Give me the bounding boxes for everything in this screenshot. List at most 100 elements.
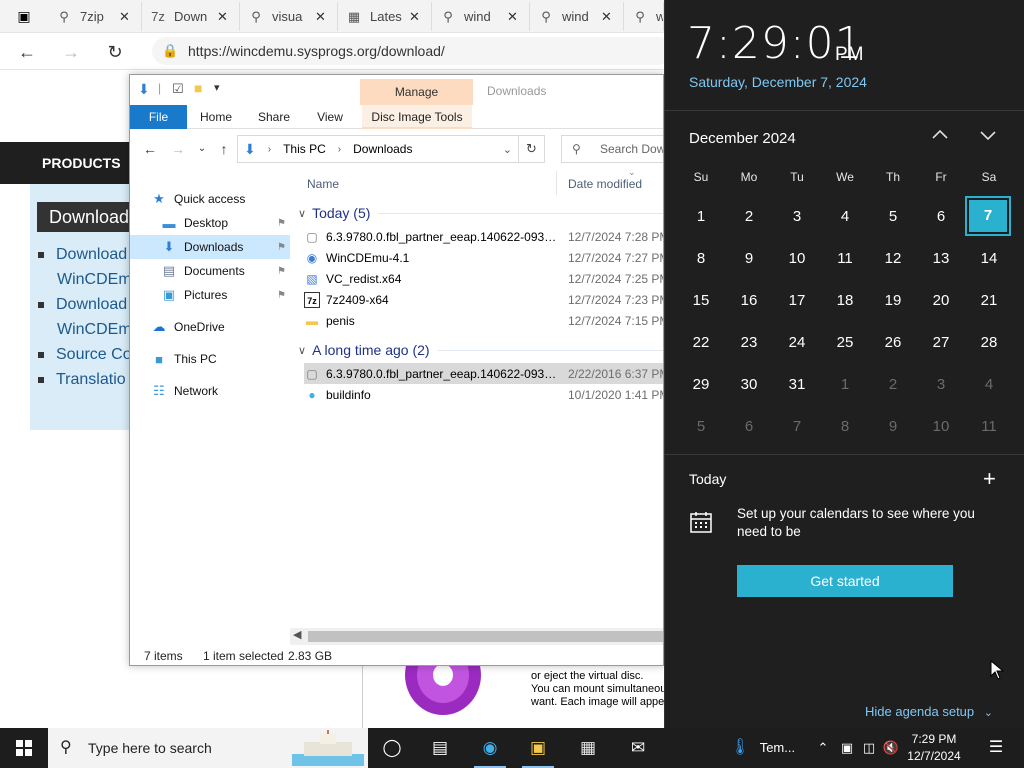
recent-locations-icon[interactable]: ⌄ <box>192 139 212 159</box>
calendar-day[interactable]: 4 <box>965 364 1013 406</box>
nav-item-quick-access[interactable]: ★ Quick access <box>130 187 290 211</box>
breadcrumb-downloads[interactable]: Downloads <box>353 142 412 156</box>
mail-icon[interactable]: ✉ <box>614 728 662 768</box>
meet-icon[interactable]: ▣ <box>838 728 856 768</box>
close-icon[interactable]: ✕ <box>119 9 135 25</box>
calendar-day[interactable]: 2 <box>725 196 773 238</box>
refresh-icon[interactable]: ↻ <box>519 135 545 163</box>
nav-item-desktop[interactable]: ▬ Desktop ⚑ <box>130 211 290 235</box>
file-explorer-icon[interactable]: ▣ <box>514 728 562 768</box>
browser-tab[interactable]: ⚲w <box>624 2 664 31</box>
calendar-day[interactable]: 22 <box>677 322 725 364</box>
calendar-day[interactable]: 25 <box>821 322 869 364</box>
nav-item-documents[interactable]: ▤ Documents ⚑ <box>130 259 290 283</box>
windows-start-icon[interactable] <box>0 728 48 768</box>
calendar-day[interactable]: 9 <box>725 238 773 280</box>
calendar-day[interactable]: 3 <box>917 364 965 406</box>
calendar-day[interactable]: 13 <box>917 238 965 280</box>
breadcrumb-this-pc[interactable]: This PC <box>283 142 326 156</box>
breadcrumb[interactable]: ⬇ › This PC › Downloads ⌄ <box>237 135 519 163</box>
calendar-day[interactable]: 17 <box>773 280 821 322</box>
calendar-day[interactable]: 8 <box>821 406 869 448</box>
hide-agenda-link[interactable]: Hide agenda setup ⌄ <box>865 704 993 719</box>
taskbar-clock[interactable]: 7:29 PM 12/7/2024 <box>902 731 966 765</box>
properties-icon[interactable]: ☑ <box>172 81 184 97</box>
file-row[interactable]: 7z 7z2409-x64 12/7/2024 7:23 PM <box>304 289 663 310</box>
chevron-down-icon[interactable] <box>979 126 997 144</box>
forward-icon[interactable]: → <box>58 39 84 65</box>
calendar-day[interactable]: 1 <box>821 364 869 406</box>
get-started-button[interactable]: Get started <box>737 565 953 597</box>
tab-actions-icon[interactable]: ▣ <box>14 6 34 26</box>
back-icon[interactable]: ← <box>14 39 40 65</box>
calendar-day[interactable]: 1 <box>677 196 725 238</box>
calendar-day[interactable]: 20 <box>917 280 965 322</box>
calendar-day[interactable]: 5 <box>869 196 917 238</box>
calendar-day[interactable]: 9 <box>869 406 917 448</box>
close-icon[interactable]: ✕ <box>409 9 425 25</box>
calendar-day[interactable]: 30 <box>725 364 773 406</box>
month-label[interactable]: December 2024 <box>689 130 796 147</box>
calendar-day[interactable]: 26 <box>869 322 917 364</box>
store-icon[interactable]: ▦ <box>564 728 612 768</box>
scroll-left-icon[interactable]: ◀ <box>293 628 301 641</box>
file-group-header[interactable]: ∨ Today (5) <box>298 205 663 221</box>
task-view-icon[interactable]: ◯ <box>368 728 416 768</box>
forward-icon[interactable]: → <box>168 139 188 159</box>
browser-tab[interactable]: ⚲ 7zip ✕ <box>48 2 142 31</box>
volume-muted-icon[interactable]: 🔇 <box>882 728 900 768</box>
calendar-day[interactable]: 2 <box>869 364 917 406</box>
tab-share[interactable]: Share <box>250 105 298 129</box>
nav-item-this-pc[interactable]: ■ This PC <box>130 347 290 371</box>
calendar-day[interactable]: 5 <box>677 406 725 448</box>
up-icon[interactable]: ↑ <box>214 139 234 159</box>
add-event-icon[interactable]: + <box>983 466 996 492</box>
close-icon[interactable]: ✕ <box>601 9 617 25</box>
calendar-day[interactable]: 11 <box>821 238 869 280</box>
calendar-day[interactable]: 10 <box>773 238 821 280</box>
tab-home[interactable]: Home <box>194 105 238 129</box>
chevron-up-icon[interactable] <box>931 126 949 144</box>
file-row[interactable]: ▧ VC_redist.x64 12/7/2024 7:25 PM <box>304 268 663 289</box>
refresh-icon[interactable]: ↻ <box>102 39 128 65</box>
file-row[interactable]: ◉ WinCDEmu-4.1 12/7/2024 7:27 PM <box>304 247 663 268</box>
chevron-down-icon[interactable]: ⌄ <box>503 143 512 156</box>
download-side-link[interactable]: Translatio <box>38 371 126 389</box>
network-icon[interactable]: ◫ <box>860 728 878 768</box>
calendar-day[interactable]: 12 <box>869 238 917 280</box>
calendar-day[interactable]: 27 <box>917 322 965 364</box>
calendar-day[interactable]: 8 <box>677 238 725 280</box>
browser-tab[interactable]: ▦ Lates ✕ <box>338 2 432 31</box>
customize-qat-icon[interactable]: ▾ <box>214 81 220 94</box>
calendar-day[interactable]: 19 <box>869 280 917 322</box>
calendar-day[interactable]: 21 <box>965 280 1013 322</box>
calendar-day[interactable]: 31 <box>773 364 821 406</box>
calendar-day[interactable]: 3 <box>773 196 821 238</box>
url-field[interactable]: 🔒 https://wincdemu.sysprogs.org/download… <box>152 37 672 65</box>
edge-icon[interactable]: ◉ <box>466 728 514 768</box>
download-side-link[interactable]: Source Co <box>38 346 132 364</box>
back-icon[interactable]: ← <box>140 139 160 159</box>
calendar-day[interactable]: 6 <box>725 406 773 448</box>
calendar-day[interactable]: 7 <box>773 406 821 448</box>
nav-item-downloads[interactable]: ⬇ Downloads ⚑ <box>130 235 290 259</box>
browser-tab[interactable]: 7z Down ✕ <box>142 2 240 31</box>
calendar-day[interactable]: 14 <box>965 238 1013 280</box>
calendar-day[interactable]: 16 <box>725 280 773 322</box>
file-group-header[interactable]: ∨ A long time ago (2) <box>298 342 663 358</box>
download-side-link[interactable]: Download <box>38 246 127 264</box>
column-name[interactable]: Name <box>307 177 339 191</box>
calendar-day[interactable]: 29 <box>677 364 725 406</box>
close-icon[interactable]: ✕ <box>217 9 233 25</box>
nav-products-link[interactable]: PRODUCTS <box>42 155 121 171</box>
tab-file[interactable]: File <box>130 105 187 129</box>
nav-item-pictures[interactable]: ▣ Pictures ⚑ <box>130 283 290 307</box>
nav-item-network[interactable]: ☷ Network <box>130 379 290 403</box>
widgets-icon[interactable]: ▤ <box>416 728 464 768</box>
calendar-day[interactable]: 6 <box>917 196 965 238</box>
notifications-icon[interactable]: ☰ <box>980 728 1012 768</box>
browser-tab[interactable]: ⚲ visua ✕ <box>240 2 338 31</box>
calendar-day[interactable]: 10 <box>917 406 965 448</box>
scrollbar-thumb[interactable] <box>308 631 663 642</box>
close-icon[interactable]: ✕ <box>315 9 331 25</box>
